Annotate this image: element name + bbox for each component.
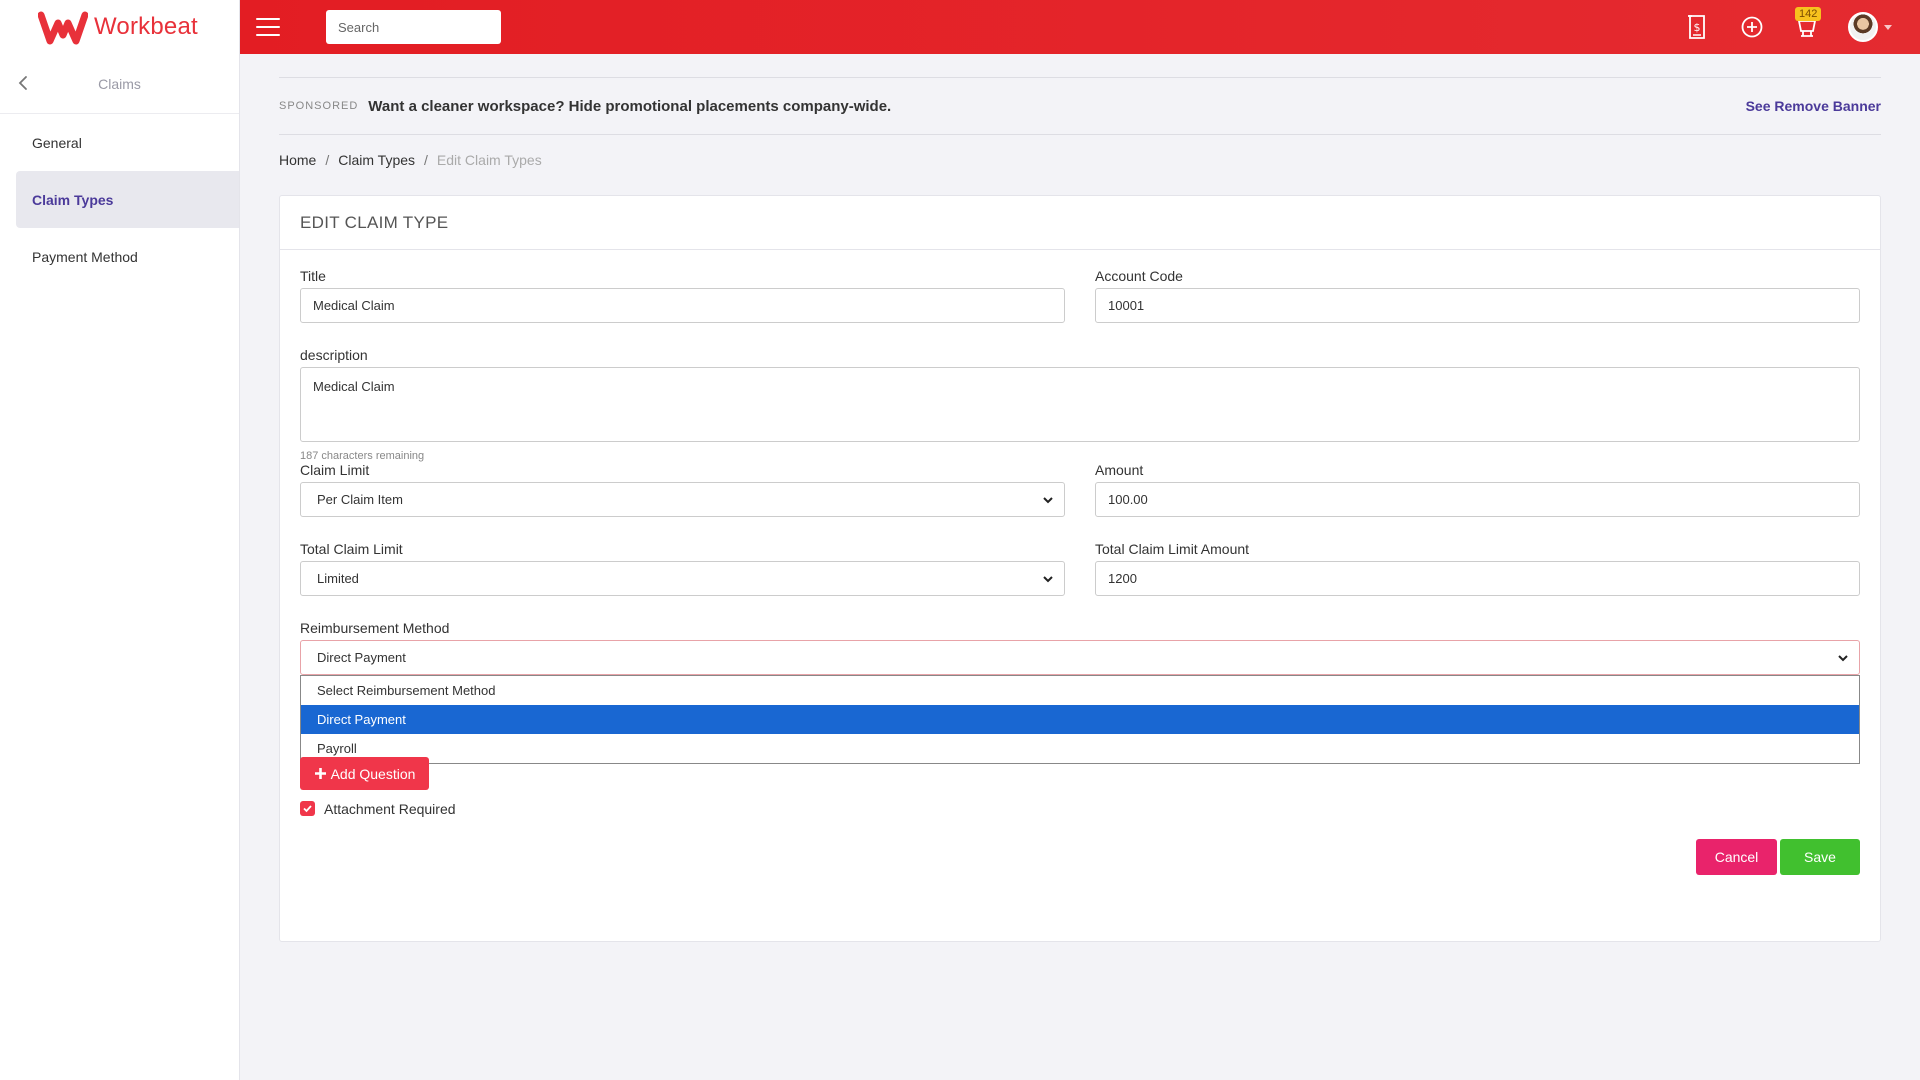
amount-input[interactable]: 100.00 [1095,482,1860,517]
attachment-required-label: Attachment Required [324,801,456,817]
reimbursement-method-value: Direct Payment [317,650,406,665]
chevron-left-icon[interactable] [14,73,34,93]
sidebar-title: Claims [98,75,141,92]
topbar: $ 142 [240,0,1920,54]
title-label: Title [300,268,326,284]
amount-label: Amount [1095,462,1144,478]
plus-circle-icon[interactable] [1738,13,1766,41]
add-question-label: Add Question [330,765,416,782]
checkmark-icon [303,805,312,813]
account-code-label: Account Code [1095,268,1183,284]
reimbursement-option-direct-payment[interactable]: Direct Payment [301,705,1859,734]
dollar-document-icon[interactable]: $ [1683,13,1711,41]
notification-badge: 142 [1795,7,1822,21]
char-counter: 187 characters remaining [300,450,425,462]
total-claim-limit-label: Total Claim Limit [300,541,403,557]
sidebar: Workbeat Claims General Claim Types Paym… [0,0,240,1080]
chevron-down-icon [1043,575,1053,582]
breadcrumb-claim-types[interactable]: Claim Types [338,152,415,168]
search-input[interactable] [326,10,501,44]
sponsored-banner: SPONSORED Want a cleaner workspace? Hide… [279,77,1881,135]
hamburger-menu-icon[interactable] [256,18,280,36]
sidebar-header: Claims [0,54,239,114]
total-claim-limit-amount-label: Total Claim Limit Amount [1095,541,1250,557]
reimbursement-method-select[interactable]: Direct Payment [300,640,1860,675]
logo[interactable]: Workbeat [0,0,239,54]
reimbursement-option-payroll[interactable]: Payroll [301,734,1859,763]
cancel-button[interactable]: Cancel [1696,839,1777,875]
attachment-required-checkbox[interactable] [300,801,315,816]
sidebar-menu: General Claim Types Payment Method [0,114,239,285]
sponsored-text: Want a cleaner workspace? Hide promotion… [368,97,892,115]
sidebar-item-general[interactable]: General [16,114,239,171]
reimbursement-option-select[interactable]: Select Reimbursement Method [301,676,1859,705]
sidebar-item-claim-types[interactable]: Claim Types [16,171,239,228]
total-claim-limit-value: Limited [317,571,359,586]
sponsored-tag: SPONSORED [279,100,359,112]
save-button[interactable]: Save [1780,839,1860,875]
workbeat-logo-icon [38,11,88,45]
breadcrumb-separator: / [424,152,428,168]
sidebar-item-payment-method[interactable]: Payment Method [16,228,239,285]
reimbursement-method-label: Reimbursement Method [300,620,450,636]
account-code-input[interactable]: 10001 [1095,288,1860,323]
breadcrumb-home[interactable]: Home [279,152,316,168]
add-question-button[interactable]: Add Question [300,757,429,790]
card-title: EDIT CLAIM TYPE [280,196,1880,250]
edit-claim-type-card: EDIT CLAIM TYPE Title Medical Claim Acco… [279,195,1881,942]
description-label: description [300,347,368,363]
breadcrumb-separator: / [325,152,330,168]
claim-limit-label: Claim Limit [300,462,370,478]
see-remove-banner-link[interactable]: See Remove Banner [1746,98,1881,114]
topbar-actions: $ 142 [1656,0,1892,54]
reimbursement-method-dropdown: Select Reimbursement Method Direct Payme… [300,675,1860,764]
plus-icon [314,768,326,779]
user-menu[interactable] [1848,12,1892,42]
svg-text:$: $ [1694,21,1701,34]
chevron-down-icon [1838,654,1848,661]
inbox-icon[interactable]: 142 [1793,7,1822,41]
caret-down-icon [1884,24,1892,30]
description-textarea[interactable]: Medical Claim [300,367,1860,442]
total-claim-limit-amount-input[interactable]: 1200 [1095,561,1860,596]
main-content: SPONSORED Want a cleaner workspace? Hide… [279,54,1881,942]
avatar [1848,12,1878,42]
total-claim-limit-select[interactable]: Limited [300,561,1065,596]
title-input[interactable]: Medical Claim [300,288,1065,323]
breadcrumb: Home / Claim Types / Edit Claim Types [279,152,1881,168]
app-name: Workbeat [94,13,198,40]
chevron-down-icon [1043,496,1053,503]
breadcrumb-current: Edit Claim Types [436,152,542,168]
claim-limit-value: Per Claim Item [317,492,403,507]
claim-limit-select[interactable]: Per Claim Item [300,482,1065,517]
